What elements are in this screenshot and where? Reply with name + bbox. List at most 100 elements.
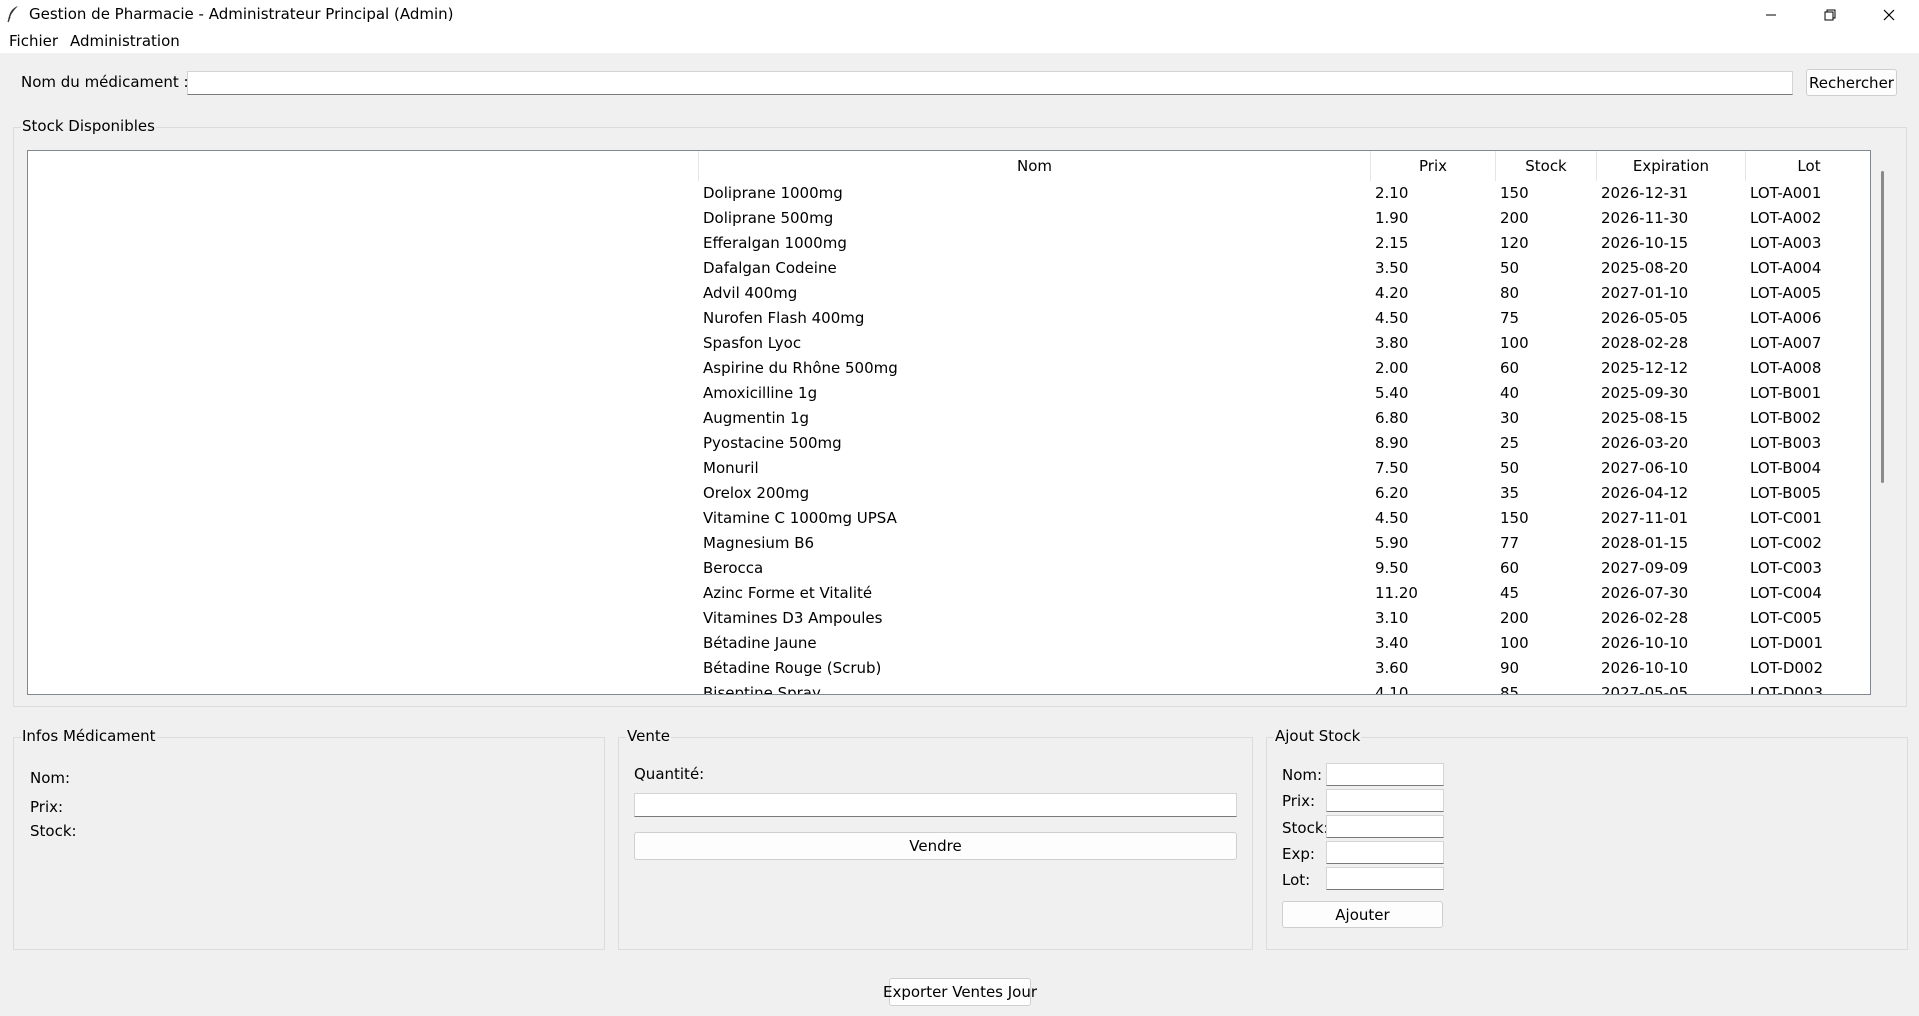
table-row[interactable]: Advil 400mg 4.20 80 2027-01-10 LOT-A005 [28, 281, 1870, 306]
ajout-exp-label: Exp: [1282, 845, 1315, 863]
table-row[interactable]: Doliprane 500mg 1.90 200 2026-11-30 LOT-A002 [28, 206, 1870, 231]
table-row[interactable]: Bétadine Jaune 3.40 100 2026-10-10 LOT-D001 [28, 631, 1870, 656]
table-scrollbar[interactable] [1881, 171, 1884, 483]
cell-stock: 30 [1500, 409, 1520, 427]
column-header-lot[interactable]: Lot [1745, 151, 1870, 181]
restore-button[interactable] [1801, 0, 1859, 29]
export-sales-button[interactable]: Exporter Ventes Jour [883, 978, 1037, 1006]
cell-expiration: 2027-05-05 [1601, 684, 1689, 695]
minimize-button[interactable] [1742, 0, 1800, 29]
table-row[interactable]: Magnesium B6 5.90 77 2028-01-15 LOT-C002 [28, 531, 1870, 556]
cell-stock: 150 [1500, 184, 1529, 202]
table-row[interactable]: Doliprane 1000mg 2.10 150 2026-12-31 LOT-A00… [28, 181, 1870, 206]
ajout-stock-input[interactable] [1326, 815, 1444, 838]
cell-expiration: 2027-06-10 [1601, 459, 1689, 477]
table-row[interactable]: Spasfon Lyoc 3.80 100 2028-02-28 LOT-A007 [28, 331, 1870, 356]
cell-stock: 40 [1500, 384, 1520, 402]
minimize-icon [1766, 14, 1776, 15]
cell-lot: LOT-D003 [1750, 684, 1824, 695]
search-input[interactable] [187, 71, 1793, 95]
cell-stock: 120 [1500, 234, 1529, 252]
cell-expiration: 2028-01-15 [1601, 534, 1689, 552]
table-row[interactable]: Augmentin 1g 6.80 30 2025-08-15 LOT-B002 [28, 406, 1870, 431]
table-row[interactable]: Amoxicilline 1g 5.40 40 2025-09-30 LOT-B001 [28, 381, 1870, 406]
cell-lot: LOT-A001 [1750, 184, 1822, 202]
cell-lot: LOT-A003 [1750, 234, 1822, 252]
table-row[interactable]: Orelox 200mg 6.20 35 2026-04-12 LOT-B005 [28, 481, 1870, 506]
cell-prix: 3.50 [1375, 259, 1409, 277]
cell-nom: Biseptine Spray [703, 684, 821, 695]
vente-frame-title: Vente [626, 727, 671, 745]
table-row[interactable]: Bétadine Rouge (Scrub) 3.60 90 2026-10-10 LO… [28, 656, 1870, 681]
column-header-expiration[interactable]: Expiration [1596, 151, 1745, 181]
cell-nom: Augmentin 1g [703, 409, 810, 427]
cell-prix: 3.80 [1375, 334, 1409, 352]
cell-lot: LOT-C003 [1750, 559, 1822, 577]
cell-expiration: 2026-02-28 [1601, 609, 1689, 627]
column-header-stock[interactable]: Stock [1495, 151, 1596, 181]
column-header-nom[interactable]: Nom [698, 151, 1370, 181]
table-row[interactable]: Vitamines D3 Ampoules 3.10 200 2026-02-28 LO… [28, 606, 1870, 631]
table-row[interactable]: Berocca 9.50 60 2027-09-09 LOT-C003 [28, 556, 1870, 581]
table-row[interactable]: Efferalgan 1000mg 2.15 120 2026-10-15 LOT-A0… [28, 231, 1870, 256]
quantity-input[interactable] [634, 793, 1237, 817]
cell-lot: LOT-A007 [1750, 334, 1822, 352]
cell-stock: 25 [1500, 434, 1520, 452]
cell-expiration: 2025-12-12 [1601, 359, 1689, 377]
cell-stock: 60 [1500, 559, 1520, 577]
cell-expiration: 2026-10-15 [1601, 234, 1689, 252]
cell-lot: LOT-A005 [1750, 284, 1822, 302]
table-row[interactable]: Vitamine C 1000mg UPSA 4.50 150 2027-11-01 L… [28, 506, 1870, 531]
cell-lot: LOT-B002 [1750, 409, 1822, 427]
cell-nom: Spasfon Lyoc [703, 334, 802, 352]
cell-nom: Orelox 200mg [703, 484, 810, 502]
cell-expiration: 2025-09-30 [1601, 384, 1689, 402]
cell-stock: 80 [1500, 284, 1520, 302]
table-row[interactable]: Monuril 7.50 50 2027-06-10 LOT-B004 [28, 456, 1870, 481]
cell-nom: Monuril [703, 459, 759, 477]
stock-frame-title: Stock Disponibles [21, 117, 156, 135]
cell-prix: 3.40 [1375, 634, 1409, 652]
add-stock-button[interactable]: Ajouter [1282, 901, 1443, 928]
cell-nom: Vitamine C 1000mg UPSA [703, 509, 897, 527]
stock-table[interactable]: Nom Prix Stock Expiration Lot Doliprane … [27, 150, 1871, 695]
search-button[interactable]: Rechercher [1806, 69, 1897, 96]
menu-administration[interactable]: Administration [70, 32, 180, 50]
ajout-exp-input[interactable] [1326, 841, 1444, 864]
cell-stock: 100 [1500, 634, 1529, 652]
table-row[interactable]: Aspirine du Rhône 500mg 2.00 60 2025-12-12 L… [28, 356, 1870, 381]
cell-nom: Magnesium B6 [703, 534, 815, 552]
sell-button[interactable]: Vendre [634, 832, 1237, 860]
cell-expiration: 2026-04-12 [1601, 484, 1689, 502]
ajout-stock-label: Stock: [1282, 819, 1329, 837]
close-button[interactable] [1860, 0, 1918, 29]
table-row[interactable]: Dafalgan Codeine 3.50 50 2025-08-20 LOT-A004 [28, 256, 1870, 281]
ajout-prix-input[interactable] [1326, 789, 1444, 812]
table-row[interactable]: Biseptine Spray 4.10 85 2027-05-05 LOT-D003 [28, 681, 1870, 695]
cell-prix: 2.15 [1375, 234, 1409, 252]
cell-nom: Berocca [703, 559, 764, 577]
ajout-nom-input[interactable] [1326, 763, 1444, 786]
cell-nom: Vitamines D3 Ampoules [703, 609, 883, 627]
cell-lot: LOT-D002 [1750, 659, 1824, 677]
cell-nom: Dafalgan Codeine [703, 259, 837, 277]
table-row[interactable]: Azinc Forme et Vitalité 11.20 45 2026-07-30… [28, 581, 1870, 606]
table-row[interactable]: Nurofen Flash 400mg 4.50 75 2026-05-05 LOT-A… [28, 306, 1870, 331]
cell-prix: 4.10 [1375, 684, 1409, 695]
close-icon [1883, 9, 1895, 20]
ajout-lot-input[interactable] [1326, 867, 1444, 890]
cell-stock: 200 [1500, 209, 1529, 227]
cell-lot: LOT-B004 [1750, 459, 1822, 477]
info-nom-label: Nom: [30, 769, 71, 787]
cell-expiration: 2026-05-05 [1601, 309, 1689, 327]
table-row[interactable]: Pyostacine 500mg 8.90 25 2026-03-20 LOT-B003 [28, 431, 1870, 456]
cell-prix: 6.20 [1375, 484, 1409, 502]
menu-fichier[interactable]: Fichier [9, 32, 58, 50]
cell-nom: Pyostacine 500mg [703, 434, 842, 452]
cell-lot: LOT-A008 [1750, 359, 1822, 377]
cell-stock: 50 [1500, 459, 1520, 477]
cell-nom: Bétadine Rouge (Scrub) [703, 659, 882, 677]
cell-lot: LOT-C002 [1750, 534, 1822, 552]
quantity-label: Quantité: [634, 765, 705, 783]
column-header-prix[interactable]: Prix [1370, 151, 1495, 181]
